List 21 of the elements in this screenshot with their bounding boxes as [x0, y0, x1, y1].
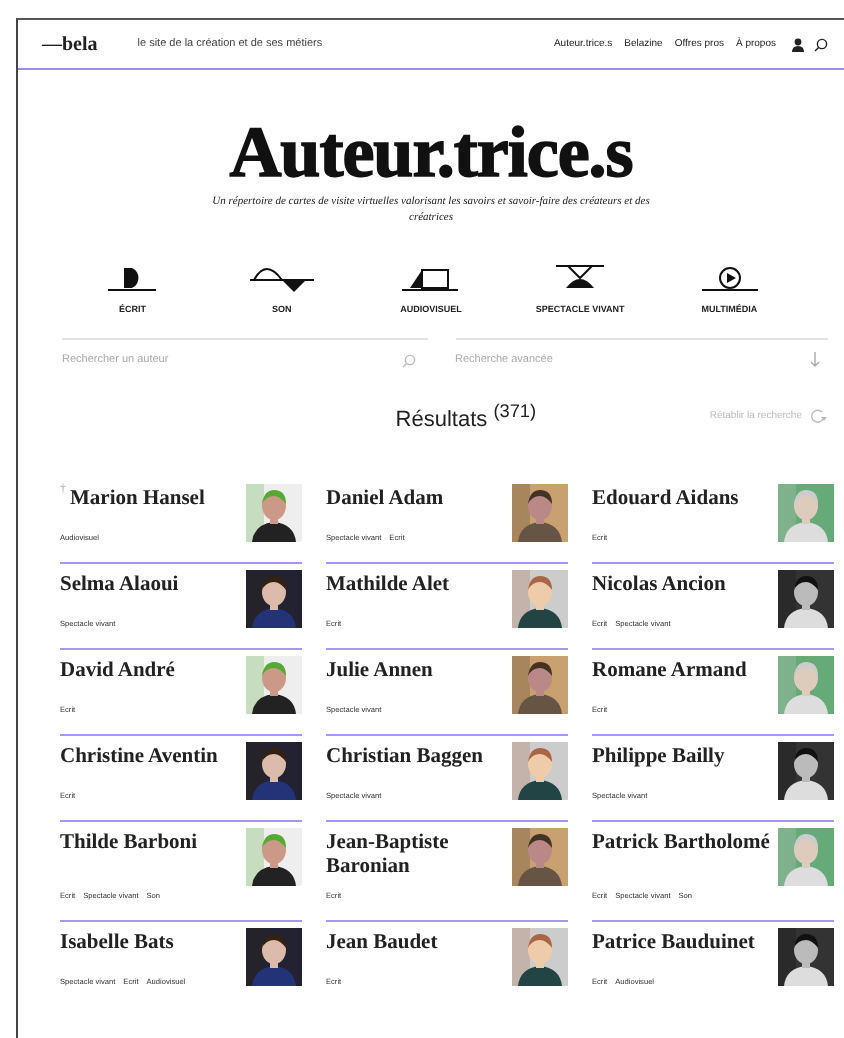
author-name[interactable]: Christine Aventin [60, 741, 218, 770]
author-name[interactable]: Nicolas Ancion [592, 569, 726, 598]
author-name[interactable]: Marion Hansel [70, 483, 205, 512]
author-name[interactable]: Julie Annen [326, 655, 433, 684]
author-name[interactable]: Thilde Barboni [60, 827, 198, 856]
logo[interactable]: —bela [42, 33, 98, 55]
author-name[interactable]: Romane Armand [592, 655, 747, 684]
author-name[interactable]: Patrick Bartholomé [592, 827, 770, 856]
author-name[interactable]: Mathilde Alet [326, 569, 450, 598]
author-name[interactable]: Christian Baggen [326, 741, 483, 770]
author-name[interactable]: Jean-Baptiste Baronian [326, 827, 504, 880]
author-name[interactable]: Edouard Aidans [592, 483, 739, 512]
author-name[interactable]: Isabelle Bats [60, 927, 174, 956]
page-title: Auteur.trice.s [227, 114, 635, 190]
author-name[interactable]: Jean Baudet [326, 927, 438, 956]
author-name[interactable]: Philippe Bailly [592, 741, 725, 770]
author-name[interactable]: Daniel Adam [326, 483, 444, 512]
author-name[interactable]: David André [60, 655, 175, 684]
author-name[interactable]: Patrice Bauduinet [592, 927, 755, 956]
author-name[interactable]: Selma Alaoui [60, 569, 179, 598]
results-heading: Résultats $^{(371)}$ [393, 400, 539, 432]
